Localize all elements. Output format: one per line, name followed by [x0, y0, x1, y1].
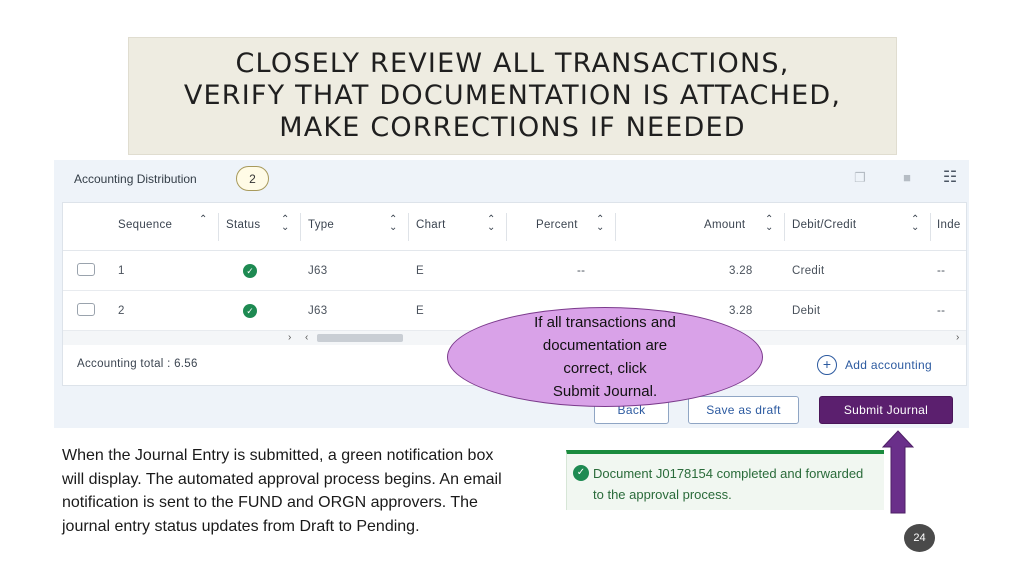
cell-type: J63: [308, 265, 328, 277]
cell-index: --: [937, 265, 946, 277]
scroll-left-icon[interactable]: ‹: [305, 332, 308, 343]
sort-icon[interactable]: ⌃ ⌄: [281, 215, 289, 233]
accounting-total: Accounting total : 6.56: [77, 358, 198, 370]
cell-sequence: 1: [118, 265, 125, 277]
title-line-3: MAKE CORRECTIONS IF NEEDED: [279, 112, 746, 143]
copy-icon[interactable]: ❐: [852, 170, 868, 186]
cell-chart: E: [416, 305, 424, 317]
callout-line: correct, click: [563, 360, 647, 377]
explanation-line: When the Journal Entry is submitted, a g…: [62, 447, 494, 464]
grid-header: Sequence ⌃ Status ⌃ ⌄ Type ⌃ ⌄ Chart ⌃ ⌄ Pe…: [63, 203, 966, 251]
title-banner: CLOSELY REVIEW ALL TRANSACTIONS, VERIFY …: [128, 37, 897, 155]
column-divider: [615, 213, 616, 241]
cell-debit-credit: Debit: [792, 305, 821, 317]
sort-icon[interactable]: ⌃ ⌄: [596, 215, 604, 233]
column-percent[interactable]: Percent: [536, 219, 578, 231]
column-index[interactable]: Inde: [937, 219, 961, 231]
success-notification: ✓ Document J0178154 completed and forwar…: [566, 450, 884, 510]
table-row[interactable]: 1 ✓ J63 E -- 3.28 Credit --: [63, 251, 966, 291]
column-divider: [218, 213, 219, 241]
plus-icon: +: [817, 355, 837, 375]
row-checkbox[interactable]: [77, 303, 95, 316]
explanation-line: will display. The automated approval pro…: [62, 470, 502, 488]
column-divider: [300, 213, 301, 241]
notification-line: to the approval process.: [593, 487, 732, 502]
explanation-text: When the Journal Entry is submitted, a g…: [62, 444, 557, 538]
delete-icon[interactable]: ■: [899, 170, 915, 186]
sort-icon[interactable]: ⌃ ⌄: [765, 215, 773, 233]
column-divider: [784, 213, 785, 241]
column-divider: [408, 213, 409, 241]
callout-line: Submit Journal.: [552, 383, 658, 400]
columns-icon[interactable]: ☷: [942, 170, 958, 186]
explanation-line: journal entry status updates from Draft …: [62, 517, 420, 535]
column-status[interactable]: Status: [226, 219, 260, 231]
scroll-thumb[interactable]: [317, 334, 403, 342]
callout-ellipse: If all transactions and documentation ar…: [447, 307, 763, 407]
sort-asc-icon[interactable]: ⌃: [199, 215, 207, 225]
row-checkbox[interactable]: [77, 263, 95, 276]
count-badge: 2: [236, 166, 269, 191]
check-circle-icon: ✓: [573, 465, 589, 481]
panel-title: Accounting Distribution: [74, 172, 197, 186]
scroll-right-icon[interactable]: ›: [956, 332, 959, 343]
sort-icon[interactable]: ⌃ ⌄: [389, 215, 397, 233]
cell-percent: --: [577, 265, 586, 277]
check-circle-icon: ✓: [243, 304, 257, 318]
check-circle-icon: ✓: [243, 264, 257, 278]
column-sequence[interactable]: Sequence: [118, 219, 172, 231]
column-debit-credit[interactable]: Debit/Credit: [792, 219, 856, 231]
sort-icon[interactable]: ⌃ ⌄: [911, 215, 919, 233]
title-line-1: CLOSELY REVIEW ALL TRANSACTIONS,: [235, 48, 790, 79]
column-type[interactable]: Type: [308, 219, 334, 231]
add-accounting-label: Add accounting: [845, 358, 932, 372]
column-divider: [506, 213, 507, 241]
up-arrow-icon: [882, 430, 914, 514]
cell-chart: E: [416, 265, 424, 277]
notification-line: Document J0178154 completed and forwarde…: [593, 466, 864, 481]
column-amount[interactable]: Amount: [704, 219, 745, 231]
notification-message: Document J0178154 completed and forwarde…: [593, 463, 863, 505]
page-number-badge: 24: [904, 524, 935, 552]
cell-type: J63: [308, 305, 328, 317]
add-accounting-button[interactable]: + Add accounting: [817, 355, 932, 375]
sort-icon[interactable]: ⌃ ⌄: [487, 215, 495, 233]
column-chart[interactable]: Chart: [416, 219, 446, 231]
cell-debit-credit: Credit: [792, 265, 825, 277]
callout-line: If all transactions and: [534, 314, 676, 331]
column-divider: [930, 213, 931, 241]
cell-amount: 3.28: [729, 265, 753, 277]
scroll-right-icon[interactable]: ›: [288, 332, 291, 343]
save-draft-button[interactable]: Save as draft: [688, 396, 799, 424]
cell-amount: 3.28: [729, 305, 753, 317]
title-line-2: VERIFY THAT DOCUMENTATION IS ATTACHED,: [183, 80, 842, 111]
cell-sequence: 2: [118, 305, 125, 317]
cell-index: --: [937, 305, 946, 317]
explanation-line: notification is sent to the FUND and ORG…: [62, 494, 478, 511]
submit-journal-button[interactable]: Submit Journal: [819, 396, 953, 424]
callout-line: documentation are: [542, 337, 668, 354]
